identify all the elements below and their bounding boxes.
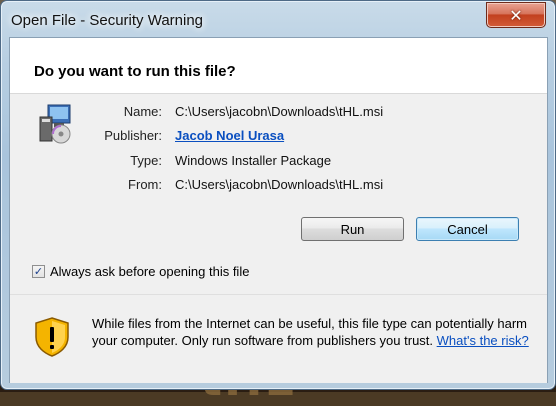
close-button[interactable]: ✕ bbox=[486, 2, 546, 28]
cancel-button[interactable]: Cancel bbox=[416, 217, 519, 241]
from-label: From: bbox=[128, 177, 162, 192]
name-label: Name: bbox=[123, 104, 162, 119]
security-shield-icon bbox=[35, 317, 69, 357]
from-value: C:\Users\jacobn\Downloads\tHL.msi bbox=[175, 177, 384, 192]
warning-footer: While files from the Internet can be use… bbox=[10, 294, 547, 383]
warning-message: While files from the Internet can be use… bbox=[92, 315, 532, 349]
dialog-header: Do you want to run this file? bbox=[10, 38, 547, 94]
dialog-question: Do you want to run this file? bbox=[34, 63, 236, 80]
always-ask-option[interactable]: ✓ Always ask before opening this file bbox=[32, 264, 249, 279]
run-button-label: Run bbox=[340, 221, 365, 237]
type-label: Type: bbox=[130, 153, 162, 168]
publisher-label: Publisher: bbox=[104, 128, 162, 143]
title-bar[interactable]: Open File - Security Warning ✕ bbox=[1, 1, 555, 37]
security-warning-dialog: Open File - Security Warning ✕ Do you wa… bbox=[0, 0, 556, 390]
always-ask-label: Always ask before opening this file bbox=[50, 264, 250, 279]
always-ask-checkbox[interactable]: ✓ bbox=[32, 265, 45, 278]
dialog-client-area: Do you want to run this file? Name: C:\U… bbox=[9, 37, 548, 383]
cancel-button-label: Cancel bbox=[447, 221, 488, 237]
file-details-panel: Name: C:\Users\jacobn\Downloads\tHL.msi … bbox=[10, 94, 547, 294]
publisher-link[interactable]: Jacob Noel Urasa bbox=[175, 128, 284, 143]
whats-the-risk-link[interactable]: What's the risk? bbox=[437, 333, 529, 348]
name-value: C:\Users\jacobn\Downloads\tHL.msi bbox=[175, 104, 384, 119]
window-title: Open File - Security Warning bbox=[11, 12, 204, 29]
type-value: Windows Installer Package bbox=[175, 153, 332, 168]
run-button[interactable]: Run bbox=[301, 217, 404, 241]
close-icon: ✕ bbox=[509, 5, 523, 25]
